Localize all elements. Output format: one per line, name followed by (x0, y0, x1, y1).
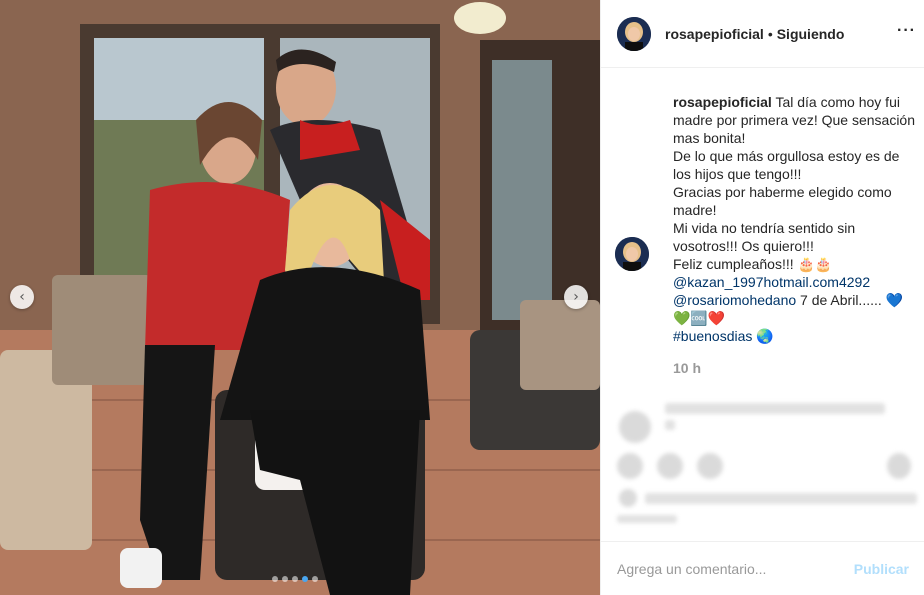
header-separator: • (767, 25, 773, 42)
caption-line: Feliz cumpleaños!!! 🎂🎂 (673, 256, 833, 272)
add-comment-bar: Agrega un comentario... Publicar (601, 541, 924, 595)
blurred-line (617, 515, 677, 523)
publish-button[interactable]: Publicar (854, 561, 909, 577)
blurred-line (665, 403, 885, 414)
caption-username[interactable]: rosapepioficial (673, 94, 772, 110)
comment-input[interactable]: Agrega un comentario... (617, 561, 854, 577)
chevron-right-icon: › (573, 289, 579, 305)
post-photo[interactable]: ‹ › (0, 0, 600, 595)
caption-line: madre! (673, 202, 717, 218)
caption-line: madre por primera vez! Que sensación (673, 112, 915, 128)
post-side-panel: rosapepioficial • Siguiendo ··· rosapepi… (600, 0, 924, 595)
avatar[interactable] (617, 16, 651, 51)
carousel-next-button[interactable]: › (564, 285, 588, 309)
carousel-dot (272, 576, 278, 582)
header-username[interactable]: rosapepioficial (665, 26, 764, 42)
hashtag-emoji: 🌏 (752, 328, 774, 344)
photo-illustration (0, 0, 600, 595)
caption-line: Tal día como hoy fui (775, 94, 900, 110)
blurred-icon (887, 453, 911, 479)
blurred-comments-and-actions (601, 393, 924, 539)
blurred-icon (617, 453, 643, 479)
blurred-icon (657, 453, 683, 479)
caption: rosapepioficial Tal día como hoy fui mad… (615, 93, 915, 376)
caption-date: 7 de Abril...... 💙 (796, 292, 904, 308)
carousel-dot (312, 576, 318, 582)
carousel-dot (282, 576, 288, 582)
hashtag-link[interactable]: #buenosdias (673, 328, 752, 344)
avatar-image (617, 16, 651, 51)
carousel-indicator (272, 576, 318, 582)
caption-line: mas bonita! (673, 130, 746, 146)
caption-line-1: rosapepioficial Tal día como hoy fui (673, 93, 924, 111)
caption-line: Mi vida no tendría sentido sin (673, 220, 856, 236)
mention-link[interactable]: @kazan_1997hotmail.com4292 (673, 273, 924, 291)
more-dots-icon[interactable]: ··· (897, 22, 916, 40)
caption-line: los hijos que tengo!!! (673, 166, 802, 182)
caption-line: Gracias por haberme elegido como (673, 184, 892, 200)
caption-text: rosapepioficial Tal día como hoy fui mad… (673, 93, 924, 377)
blurred-icon (697, 453, 723, 479)
avatar-image (615, 237, 649, 271)
follow-status-button[interactable]: Siguiendo (777, 26, 845, 42)
carousel-dot-active (302, 576, 308, 582)
blurred-avatar (619, 411, 651, 443)
caption-line: vosotros!!! Os quiero!!! (673, 238, 814, 254)
caption-line: De lo que más orgullosa estoy es de (673, 148, 900, 164)
comments-area: rosapepioficial Tal día como hoy fui mad… (601, 69, 924, 399)
post-timestamp[interactable]: 10 h (673, 359, 924, 377)
carousel-prev-button[interactable]: ‹ (10, 285, 34, 309)
caption-avatar[interactable] (615, 237, 649, 271)
post-header: rosapepioficial • Siguiendo ··· (601, 0, 924, 68)
chevron-left-icon: ‹ (19, 289, 25, 305)
mention-link[interactable]: @rosariomohedano (673, 292, 796, 308)
blurred-line (665, 420, 675, 430)
caption-emoji-line: 💚🆒❤️ (673, 310, 726, 326)
carousel-dot (292, 576, 298, 582)
blurred-avatar (619, 489, 637, 507)
blurred-line (645, 493, 917, 504)
